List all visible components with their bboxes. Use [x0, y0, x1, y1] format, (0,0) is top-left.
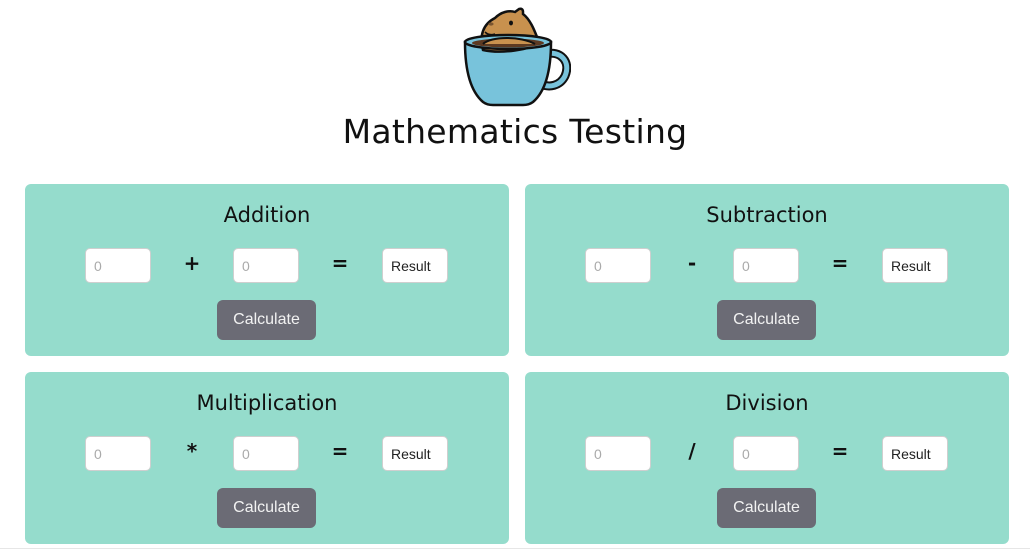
division-calculate-button[interactable]: Calculate [717, 488, 816, 528]
card-title: Division [725, 391, 809, 415]
plus-operator: + [183, 251, 201, 275]
card-title: Subtraction [706, 203, 828, 227]
multiply-operator: * [186, 439, 198, 463]
division-card: Division / = Calculate [525, 372, 1009, 544]
equals-sign: = [831, 251, 849, 275]
addition-calculate-button[interactable]: Calculate [217, 300, 316, 340]
equals-sign: = [331, 251, 349, 275]
division-second-input[interactable] [733, 436, 799, 471]
addition-card: Addition + = Calculate [25, 184, 509, 356]
multiplication-second-input[interactable] [233, 436, 299, 471]
page-title: Mathematics Testing [342, 112, 688, 151]
subtraction-card: Subtraction - = Calculate [525, 184, 1009, 356]
subtraction-first-input[interactable] [585, 248, 651, 283]
card-title: Multiplication [196, 391, 338, 415]
multiplication-card: Multiplication * = Calculate [25, 372, 509, 544]
addition-result-field[interactable] [382, 248, 448, 283]
multiplication-result-field[interactable] [382, 436, 448, 471]
equals-sign: = [331, 439, 349, 463]
division-first-input[interactable] [585, 436, 651, 471]
capybara-cup-logo-icon [461, 6, 572, 108]
multiplication-first-input[interactable] [85, 436, 151, 471]
divide-operator: / [688, 439, 696, 463]
division-result-field[interactable] [882, 436, 948, 471]
multiplication-calculate-button[interactable]: Calculate [217, 488, 316, 528]
card-title: Addition [223, 203, 311, 227]
subtraction-second-input[interactable] [733, 248, 799, 283]
minus-operator: - [687, 251, 697, 275]
addition-second-input[interactable] [233, 248, 299, 283]
subtraction-result-field[interactable] [882, 248, 948, 283]
addition-first-input[interactable] [85, 248, 151, 283]
subtraction-calculate-button[interactable]: Calculate [717, 300, 816, 340]
equals-sign: = [831, 439, 849, 463]
page-divider [0, 548, 1030, 553]
